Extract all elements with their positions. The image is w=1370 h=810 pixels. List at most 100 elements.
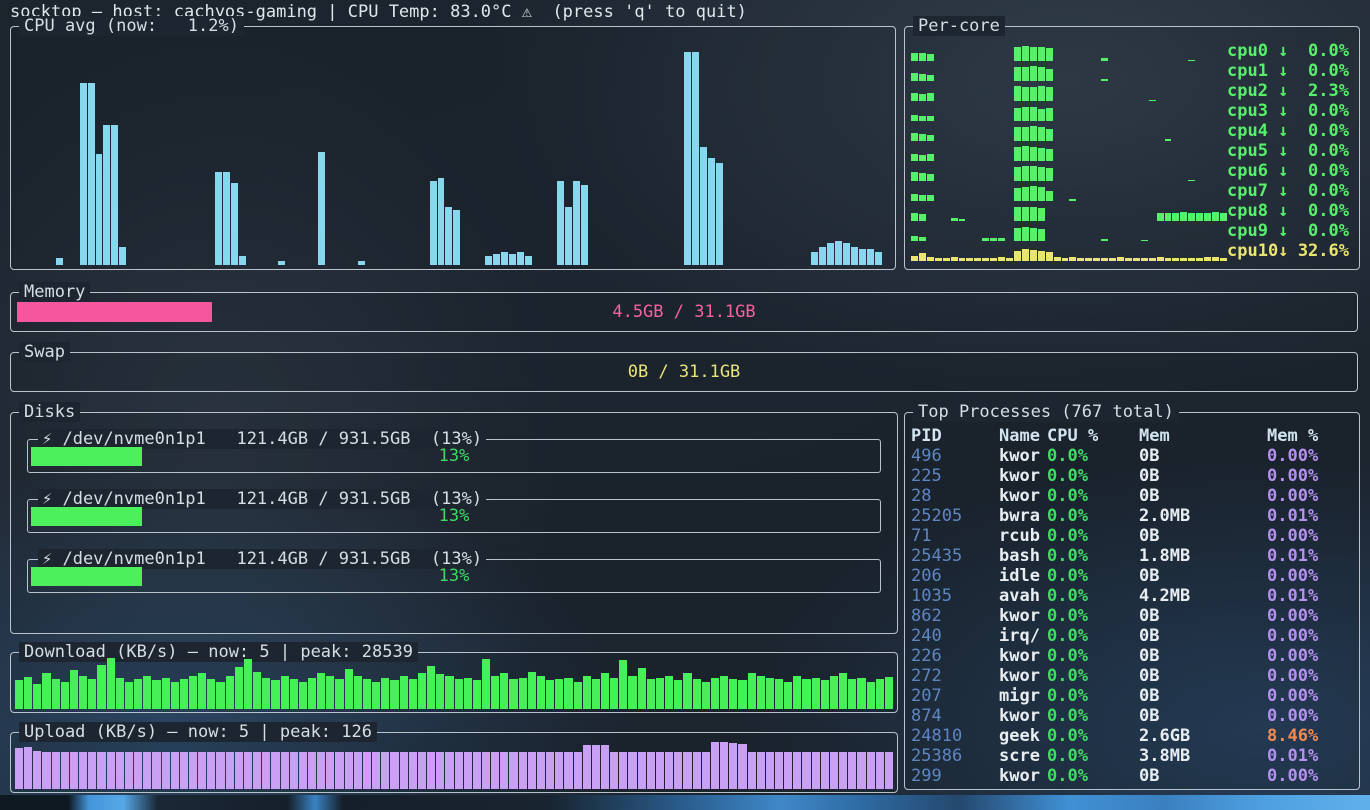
bar: [116, 752, 124, 789]
bar: [1038, 127, 1045, 141]
bar: [702, 682, 710, 709]
bar: [143, 752, 151, 789]
bar: [1062, 258, 1069, 261]
process-row: 25435bash0.0%1.8MB0.01%: [905, 546, 1359, 566]
bar: [519, 752, 527, 789]
bar: [911, 172, 918, 181]
process-name: kwor: [999, 606, 1047, 626]
bar: [848, 679, 856, 709]
bar: [546, 752, 554, 789]
bar: [720, 742, 728, 789]
bar: [528, 672, 536, 709]
bar: [966, 258, 973, 261]
bar: [436, 674, 444, 709]
bar: [638, 668, 646, 709]
percore-core-name: cpu0 ↓: [1227, 41, 1288, 61]
bar: [262, 678, 270, 709]
bar: [843, 243, 850, 265]
bar: [919, 116, 926, 121]
bar: [583, 745, 591, 789]
bar: [1030, 47, 1037, 61]
bar: [308, 752, 316, 789]
percore-row-cpu1: cpu1 ↓0.0%: [905, 61, 1359, 81]
process-mem: 0B: [1139, 566, 1267, 586]
process-pid: 25386: [911, 746, 999, 766]
bar: [180, 752, 188, 789]
bar: [1014, 251, 1021, 261]
bar: [345, 752, 353, 789]
percore-row-cpu6: cpu6 ↓0.0%: [905, 161, 1359, 181]
bar: [919, 74, 926, 81]
bar: [775, 679, 783, 709]
bar: [729, 743, 737, 789]
process-mem: 0B: [1139, 626, 1267, 646]
percore-row-cpu8: cpu8 ↓0.0%: [905, 201, 1359, 221]
bar: [491, 676, 499, 709]
bar: [1101, 58, 1108, 61]
bar: [1014, 147, 1021, 161]
percore-core-name: cpu1 ↓: [1227, 61, 1288, 81]
bar: [317, 673, 325, 709]
bar: [198, 752, 206, 789]
bar: [15, 748, 23, 789]
bar: [574, 752, 582, 789]
bar: [959, 219, 966, 221]
process-cpu-pct: 0.0%: [1047, 646, 1139, 666]
bar: [784, 752, 792, 789]
bar: [335, 752, 343, 789]
process-name: kwor: [999, 466, 1047, 486]
bar: [1030, 166, 1037, 181]
percore-label: cpu10↓32.6%: [1227, 241, 1349, 261]
bar: [565, 207, 572, 265]
bar: [97, 665, 105, 709]
bar: [1165, 139, 1172, 141]
process-mem: 3.8MB: [1139, 746, 1267, 766]
process-name: rcub: [999, 526, 1047, 546]
top-processes-panel: Top Processes (767 total) PID Name CPU %…: [904, 412, 1360, 790]
bar: [1188, 213, 1195, 222]
process-cpu-pct: 0.0%: [1047, 726, 1139, 746]
process-name: kwor: [999, 486, 1047, 506]
bar: [244, 659, 252, 709]
bar: [473, 680, 481, 709]
bar: [119, 247, 126, 265]
swap-panel: Swap 0B / 31.1GB: [10, 352, 1358, 392]
process-rows[interactable]: 496kwor0.0%0B0.00%225kwor0.0%0B0.00%28kw…: [905, 446, 1359, 786]
bar: [52, 679, 60, 709]
bar: [839, 673, 847, 709]
bar: [1196, 258, 1203, 261]
bar: [79, 752, 87, 789]
process-row: 862kwor0.0%0B0.00%: [905, 606, 1359, 626]
bar: [674, 752, 682, 789]
process-mem-pct: 0.00%: [1267, 486, 1353, 506]
bar: [927, 54, 934, 61]
bar: [911, 154, 918, 161]
percore-row-cpu2: cpu2 ↓2.3%: [905, 81, 1359, 101]
bar: [509, 254, 516, 265]
bar: [1022, 187, 1029, 201]
bar: [1165, 213, 1172, 222]
percore-sparkline: [911, 44, 1227, 61]
bar: [919, 253, 926, 261]
process-mem: 0B: [1139, 526, 1267, 546]
bar: [445, 752, 453, 789]
bar: [1022, 87, 1029, 101]
process-mem: 0B: [1139, 706, 1267, 726]
bar: [610, 752, 618, 789]
bar: [583, 676, 591, 709]
percore-row-cpu10: cpu10↓32.6%: [905, 241, 1359, 261]
bar: [1069, 199, 1076, 201]
process-name: irq/: [999, 626, 1047, 646]
percore-usage-pct: 0.0%: [1308, 121, 1349, 141]
process-cpu-pct: 0.0%: [1047, 526, 1139, 546]
bar: [720, 676, 728, 709]
bar: [500, 673, 508, 709]
bar: [1220, 258, 1227, 261]
bar: [1030, 228, 1037, 241]
bar: [974, 258, 981, 261]
bar: [555, 752, 563, 789]
bar: [711, 742, 719, 789]
bar: [453, 210, 460, 266]
percore-label: cpu1 ↓0.0%: [1227, 61, 1349, 81]
memory-panel: Memory 4.5GB / 31.1GB: [10, 292, 1358, 332]
